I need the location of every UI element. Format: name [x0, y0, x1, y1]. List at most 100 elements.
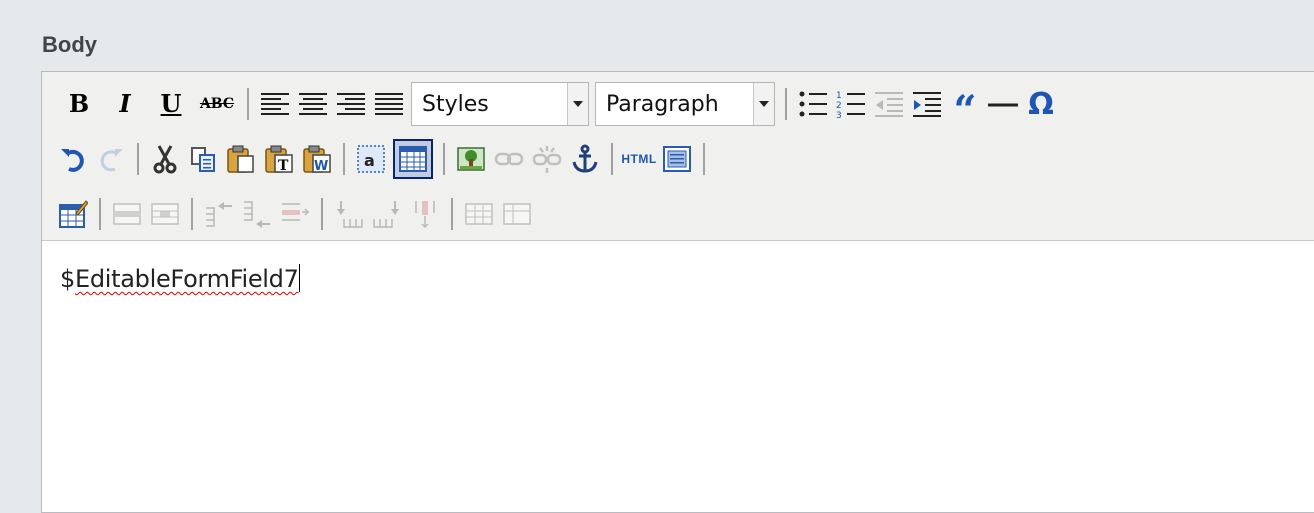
editor-content-area[interactable]: $EditableFormField7 [42, 242, 1314, 512]
svg-text:T: T [278, 158, 289, 174]
delete-column-icon [415, 201, 435, 229]
insert-row-after-icon [244, 201, 270, 228]
toolbar-separator [611, 143, 613, 175]
delete-column-button[interactable] [408, 194, 442, 234]
underline-button[interactable]: U [151, 84, 191, 124]
italic-icon: I [119, 89, 131, 118]
delete-row-icon [282, 203, 310, 221]
merge-cells-button[interactable] [500, 194, 534, 234]
copy-icon [191, 147, 215, 172]
select-all-icon: a [357, 145, 385, 173]
align-left-button[interactable] [258, 84, 292, 124]
bold-button[interactable]: B [59, 84, 99, 124]
paste-word-button[interactable]: W [300, 139, 334, 179]
delete-row-button[interactable] [278, 194, 312, 234]
svg-text:3: 3 [836, 111, 842, 118]
svg-text:1: 1 [836, 91, 842, 101]
insert-column-after-icon [373, 201, 399, 228]
table-icon [399, 146, 427, 172]
blockquote-icon: “ [953, 87, 977, 134]
toolbar-separator [99, 198, 101, 230]
chevron-down-icon[interactable] [567, 83, 588, 125]
undo-button[interactable] [56, 139, 90, 179]
outdent-button[interactable] [872, 84, 906, 124]
html-source-button[interactable]: HTML [621, 139, 657, 179]
toolbar-separator [443, 143, 445, 175]
text-caret [298, 264, 300, 292]
toolbar-separator [785, 88, 787, 120]
html-icon: HTML [621, 152, 657, 166]
unlink-icon [532, 146, 562, 173]
content-prefix: $ [60, 265, 75, 293]
anchor-button[interactable] [568, 139, 602, 179]
paste-text-button[interactable]: T [262, 139, 296, 179]
unlink-button[interactable] [530, 139, 564, 179]
chevron-down-icon[interactable] [753, 83, 774, 125]
row-properties-button[interactable] [110, 194, 144, 234]
copy-button[interactable] [186, 139, 220, 179]
align-center-icon [299, 93, 327, 115]
insert-row-after-button[interactable] [240, 194, 274, 234]
blockquote-button[interactable]: “ [948, 84, 982, 131]
toolbar-row-2: T W a HTML [42, 135, 712, 183]
row-properties-icon [113, 203, 141, 225]
format-select[interactable]: Paragraph [595, 82, 775, 126]
anchor-icon [572, 144, 598, 173]
horizontal-rule-button[interactable]: — [986, 84, 1020, 124]
insert-column-after-button[interactable] [370, 194, 404, 234]
editor-content-text[interactable]: $EditableFormField7 [60, 264, 300, 293]
toolbar-separator [191, 198, 193, 230]
styles-select[interactable]: Styles [411, 82, 589, 126]
align-right-button[interactable] [334, 84, 368, 124]
align-justify-icon [375, 93, 403, 115]
underline-icon: U [160, 89, 182, 118]
format-select-value: Paragraph [606, 91, 719, 117]
paste-button[interactable] [224, 139, 258, 179]
insert-link-button[interactable] [492, 139, 526, 179]
toolbar-row-1: B I U ABC Styles Paragraph 1 2 3 “ — Ω [42, 80, 1060, 131]
redo-icon [100, 149, 123, 172]
split-cells-icon [465, 203, 493, 225]
insert-column-before-button[interactable] [332, 194, 366, 234]
merge-cells-icon [503, 203, 531, 225]
strikethrough-button[interactable]: ABC [197, 84, 237, 124]
italic-button[interactable]: I [105, 84, 145, 124]
svg-text:a: a [364, 151, 375, 170]
bullet-list-button[interactable] [796, 84, 830, 124]
indent-button[interactable] [910, 84, 944, 124]
align-justify-button[interactable] [372, 84, 406, 124]
special-character-button[interactable]: Ω [1024, 84, 1058, 124]
cut-button[interactable] [148, 139, 182, 179]
paste-icon [227, 145, 254, 173]
indent-icon [913, 92, 941, 117]
bullet-list-icon [799, 91, 827, 117]
bold-icon: B [68, 89, 90, 118]
paste-text-icon: T [265, 145, 293, 174]
align-right-icon [337, 93, 365, 115]
field-label: Body [42, 32, 97, 57]
insert-row-before-button[interactable] [202, 194, 236, 234]
fullscreen-button[interactable] [660, 139, 694, 179]
toolbar-row-3 [42, 190, 536, 238]
toolbar-separator [451, 198, 453, 230]
paste-word-icon: W [303, 145, 331, 174]
table-properties-button[interactable] [56, 194, 90, 234]
toolbar-separator [343, 143, 345, 175]
table-button[interactable] [393, 139, 433, 179]
numbered-list-button[interactable]: 123 [834, 84, 868, 124]
numbered-list-icon: 123 [836, 91, 865, 118]
omega-icon: Ω [1028, 86, 1054, 122]
align-center-button[interactable] [296, 84, 330, 124]
content-misspelled-word: EditableFormField7 [74, 265, 299, 293]
rich-text-editor: B I U ABC Styles Paragraph 1 2 3 “ — Ω T… [41, 71, 1314, 513]
toolbar-separator [703, 143, 705, 175]
horizontal-rule-icon: — [988, 87, 1018, 120]
insert-image-button[interactable] [454, 139, 488, 179]
outdent-icon [875, 92, 903, 117]
split-cells-button[interactable] [462, 194, 496, 234]
select-all-button[interactable]: a [354, 139, 388, 179]
svg-text:2: 2 [836, 101, 842, 111]
link-icon [494, 152, 524, 166]
cell-properties-button[interactable] [148, 194, 182, 234]
redo-button[interactable] [94, 139, 128, 179]
